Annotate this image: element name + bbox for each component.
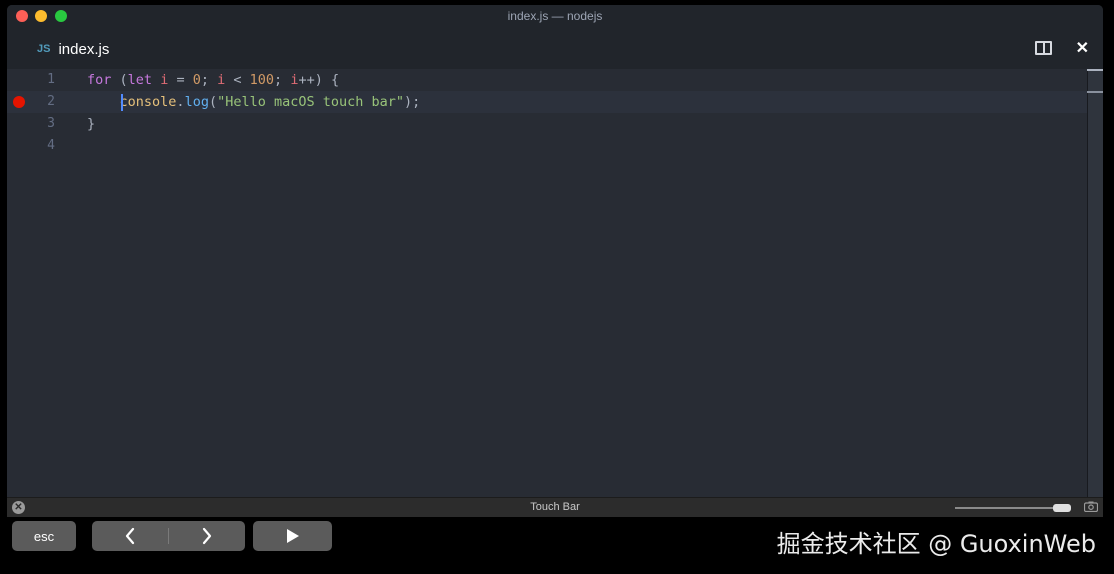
camera-icon[interactable]	[1084, 501, 1098, 512]
object-token: console	[119, 94, 177, 110]
line-number: 3	[47, 116, 55, 131]
vertical-scrollbar[interactable]	[1087, 69, 1103, 497]
forward-button[interactable]	[169, 521, 245, 551]
tab-bar: JS index.js ✕	[7, 27, 1103, 69]
size-slider[interactable]	[955, 504, 1071, 512]
line-number-gutter[interactable]: 1 2 3 4	[7, 69, 67, 497]
javascript-file-icon: JS	[37, 43, 51, 55]
punctuation-token: .	[176, 94, 185, 110]
number-token: 100	[249, 72, 275, 88]
punctuation-token: ++) {	[298, 72, 340, 88]
text-cursor	[121, 94, 123, 111]
code-line-3: }	[87, 113, 95, 135]
code-editor[interactable]: 1 2 3 4 for (let i = 0; i < 100; i++) { …	[7, 69, 1103, 497]
esc-button[interactable]: esc	[12, 521, 76, 551]
punctuation-token: (	[111, 72, 128, 88]
code-line-1: for (let i = 0; i < 100; i++) {	[87, 69, 339, 91]
slider-knob[interactable]	[1053, 504, 1071, 512]
play-icon	[286, 529, 299, 543]
window-title: index.js — nodejs	[507, 9, 603, 23]
chevron-right-icon	[202, 527, 212, 545]
operator-token: =	[168, 72, 193, 88]
line-number: 1	[47, 72, 55, 87]
keyword-token: let	[127, 72, 153, 88]
cursor-position-marker	[1087, 91, 1103, 93]
line-number: 2	[47, 94, 55, 109]
number-token: 0	[192, 72, 201, 88]
indent-token	[87, 94, 120, 110]
touchbar-title: Touch Bar	[530, 501, 580, 513]
punctuation-token: }	[87, 116, 96, 132]
code-area[interactable]: for (let i = 0; i < 100; i++) { console.…	[87, 69, 1087, 497]
punctuation-token: ;	[200, 72, 218, 88]
back-button[interactable]	[92, 521, 168, 551]
split-pane-icon[interactable]	[1035, 41, 1052, 55]
run-button[interactable]	[253, 521, 332, 551]
code-line-2: console.log("Hello macOS touch bar");	[87, 91, 421, 113]
operator-token: <	[225, 72, 250, 88]
punctuation-token: ;	[274, 72, 291, 88]
string-token: "Hello macOS touch bar"	[217, 94, 405, 110]
keyword-token: for	[87, 72, 112, 88]
chevron-left-icon	[125, 527, 135, 545]
line-number: 4	[47, 138, 55, 153]
touchbar-window-header: ✕ Touch Bar	[7, 497, 1103, 517]
navigation-button-group	[92, 521, 245, 551]
breakpoint-icon[interactable]	[13, 96, 25, 108]
tab-label: index.js	[58, 40, 110, 58]
scrollbar-thumb[interactable]	[1087, 69, 1103, 71]
punctuation-token: );	[404, 94, 421, 110]
function-token: log	[184, 94, 209, 110]
close-icon[interactable]: ✕	[1076, 38, 1089, 58]
title-bar: index.js — nodejs	[7, 5, 1103, 27]
watermark-text: 掘金技术社区 @ GuoxinWeb	[776, 530, 1096, 558]
tab-index-js[interactable]: JS index.js	[27, 37, 109, 61]
punctuation-token: (	[208, 94, 218, 110]
editor-window: index.js — nodejs JS index.js ✕ 1 2 3 4 …	[7, 5, 1103, 497]
